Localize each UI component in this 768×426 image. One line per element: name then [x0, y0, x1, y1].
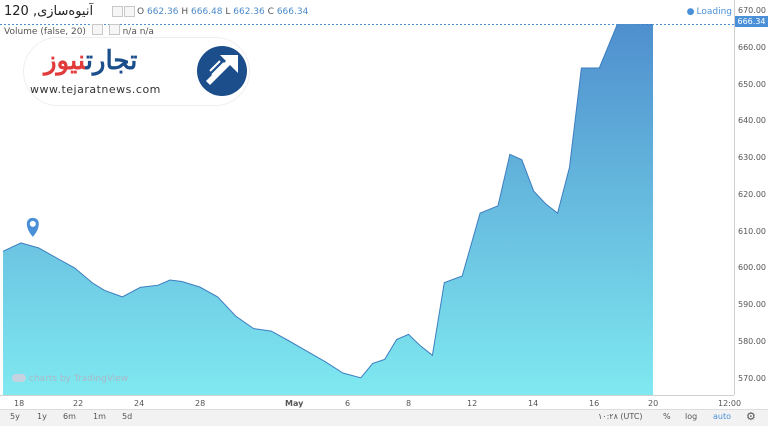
y-tick-label: 650.00 — [738, 79, 766, 89]
x-tick-label: 16 — [589, 399, 600, 408]
y-tick-label: 570.00 — [738, 373, 766, 383]
x-tick-label: 14 — [528, 399, 539, 408]
y-tick-label: 610.00 — [738, 226, 766, 236]
x-tick-label: May — [285, 399, 304, 408]
range-5y-button[interactable]: 5y — [10, 412, 20, 421]
marker-pin-dot — [29, 220, 36, 227]
y-tick-label: 630.00 — [738, 153, 766, 162]
range-1m-button[interactable]: 1m — [93, 412, 106, 421]
x-tick-label: 24 — [134, 399, 145, 408]
gear-icon[interactable]: ⚙ — [746, 410, 756, 423]
y-tick-label: 670.00 — [738, 6, 766, 15]
y-tick-label: 580.00 — [738, 336, 766, 346]
location-marker-icon[interactable] — [26, 217, 39, 237]
range-5d-button[interactable]: 5d — [122, 412, 132, 421]
logo-emblem-icon — [197, 46, 247, 96]
x-tick-label: 18 — [14, 399, 25, 408]
volume-legend: Volume (false, 20) n/a n/a — [4, 23, 154, 37]
chart-header: آنیوه‌سازی, 120 O 662.36 H 666.48 L 662.… — [0, 0, 734, 22]
range-6m-button[interactable]: 6m — [63, 412, 76, 421]
auto-toggle[interactable]: auto — [713, 412, 731, 421]
close-icon[interactable] — [124, 6, 135, 17]
low-value: 662.36 — [233, 7, 265, 17]
volume-values: n/a n/a — [122, 27, 154, 37]
x-tick-label: 6 — [345, 399, 351, 408]
tradingview-watermark[interactable]: charts by TradingView — [12, 374, 128, 384]
y-tick-label: 620.00 — [738, 189, 766, 199]
price-axis[interactable]: 670.00 660.00 650.00 640.00 630.00 620.00 610.… — [734, 0, 768, 395]
x-tick-label: 8 — [406, 399, 412, 408]
percent-toggle[interactable]: % — [663, 412, 671, 421]
y-tick-label: 600.00 — [738, 263, 766, 273]
last-price-tag: 666.34 — [735, 16, 768, 27]
open-value: 662.36 — [146, 7, 179, 17]
time-axis[interactable]: 18 22 24 28 May 6 8 12 14 16 20 12:00 — [0, 395, 741, 410]
symbol-title[interactable]: آنیوه‌سازی, 120 — [4, 4, 93, 19]
settings-toggle-icon[interactable] — [112, 6, 123, 17]
time-readout[interactable]: ۱۰:۲۸ (UTC) — [598, 412, 643, 421]
volume-settings-icon[interactable] — [91, 24, 103, 35]
logo-wordmark: تجارتنیوز — [44, 46, 138, 76]
tradingview-cloud-icon — [12, 374, 26, 382]
y-tick-label: 640.00 — [738, 116, 766, 126]
bottom-toolbar: 5y 1y 6m 1m 5d ۱۰:۲۸ (UTC) % log auto ⚙ — [0, 409, 768, 426]
high-value: 666.48 — [191, 7, 223, 17]
loading-indicator: ● Loading — [686, 7, 732, 17]
x-tick-label: 12 — [467, 399, 478, 408]
close-value: 666.34 — [276, 7, 309, 17]
logo-url: www.tejaratnews.com — [30, 83, 161, 96]
volume-label[interactable]: Volume (false, 20) — [4, 27, 86, 37]
x-tick-label: 12:00 — [718, 399, 742, 408]
ohlc-readout: O 662.36 H 666.48 L 662.36 C 666.34 — [137, 7, 309, 17]
tejaratnews-logo: تجارتنیوز www.tejaratnews.com — [24, 38, 249, 105]
log-toggle[interactable]: log — [685, 412, 697, 421]
y-tick-label: 660.00 — [738, 42, 766, 52]
x-tick-label: 20 — [648, 399, 659, 408]
marker-pin — [26, 217, 39, 237]
volume-close-icon[interactable] — [108, 24, 120, 35]
y-tick-label: 590.00 — [738, 300, 766, 309]
range-1y-button[interactable]: 1y — [37, 412, 47, 421]
x-tick-label: 28 — [195, 399, 206, 408]
x-tick-label: 22 — [73, 399, 84, 408]
